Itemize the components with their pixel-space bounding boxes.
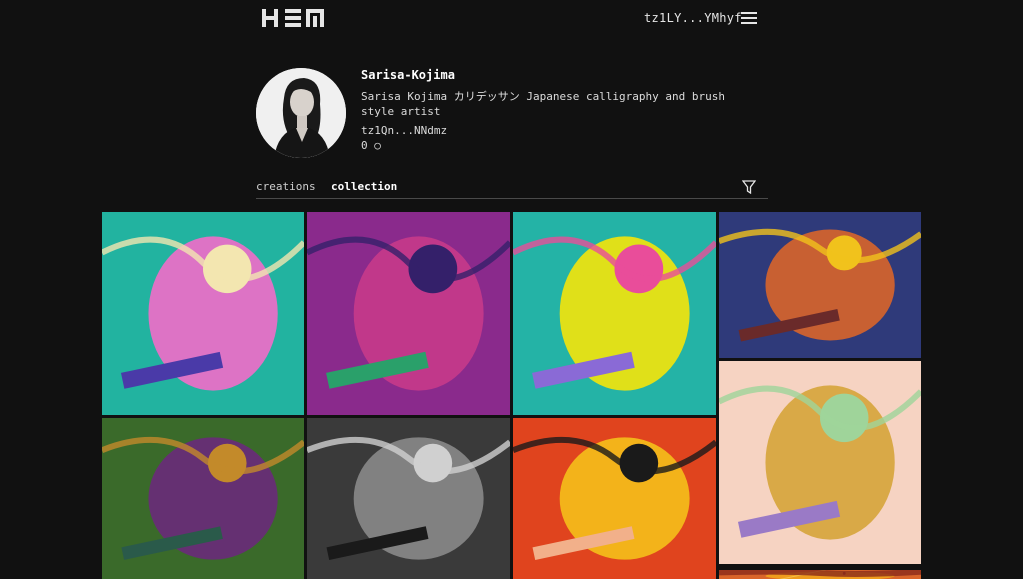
profile-balance: 0 ○ (361, 139, 381, 152)
tab-collection[interactable]: collection (331, 180, 397, 193)
artwork-alien-bedroom[interactable] (307, 212, 510, 415)
artwork-clocks-birds[interactable] (719, 361, 921, 564)
artwork-psychedelic-face[interactable] (719, 212, 921, 358)
artwork-bucket-hat-girl[interactable] (513, 418, 716, 579)
filter-funnel-icon[interactable] (742, 180, 756, 194)
artwork-psychedelic-green[interactable] (102, 418, 304, 579)
profile-tabs: creations collection (256, 180, 768, 199)
profile-name: Sarisa-Kojima (361, 68, 455, 82)
artwork-orange-partial[interactable] (719, 567, 921, 579)
artwork-clocks-birds-image (719, 361, 921, 564)
avatar (256, 68, 346, 158)
artwork-grayscale-doll[interactable] (307, 418, 510, 579)
artwork-pink-figure-train-image (102, 212, 304, 415)
artwork-psychedelic-face-image (719, 212, 921, 358)
artwork-psychedelic-green-image (102, 418, 304, 579)
artwork-skirt-spotlight[interactable] (513, 212, 716, 415)
top-bar: tz1LY...YMhyf (0, 0, 1023, 36)
artwork-grayscale-doll-image (307, 418, 510, 579)
artwork-pink-figure-train[interactable] (102, 212, 304, 415)
artwork-skirt-spotlight-image (513, 212, 716, 415)
profile-address[interactable]: tz1Qn...NNdmz (361, 124, 447, 137)
artwork-bucket-hat-girl-image (513, 418, 716, 579)
hen-logo-icon[interactable] (262, 9, 324, 27)
tab-creations[interactable]: creations (256, 180, 316, 193)
artwork-alien-bedroom-image (307, 212, 510, 415)
profile-bio: Sarisa Kojima カリデッサン Japanese calligraph… (361, 90, 726, 118)
wallet-address[interactable]: tz1LY...YMhyf (644, 11, 742, 25)
artwork-orange-partial-image (719, 567, 921, 579)
hamburger-menu-icon[interactable] (741, 12, 757, 24)
